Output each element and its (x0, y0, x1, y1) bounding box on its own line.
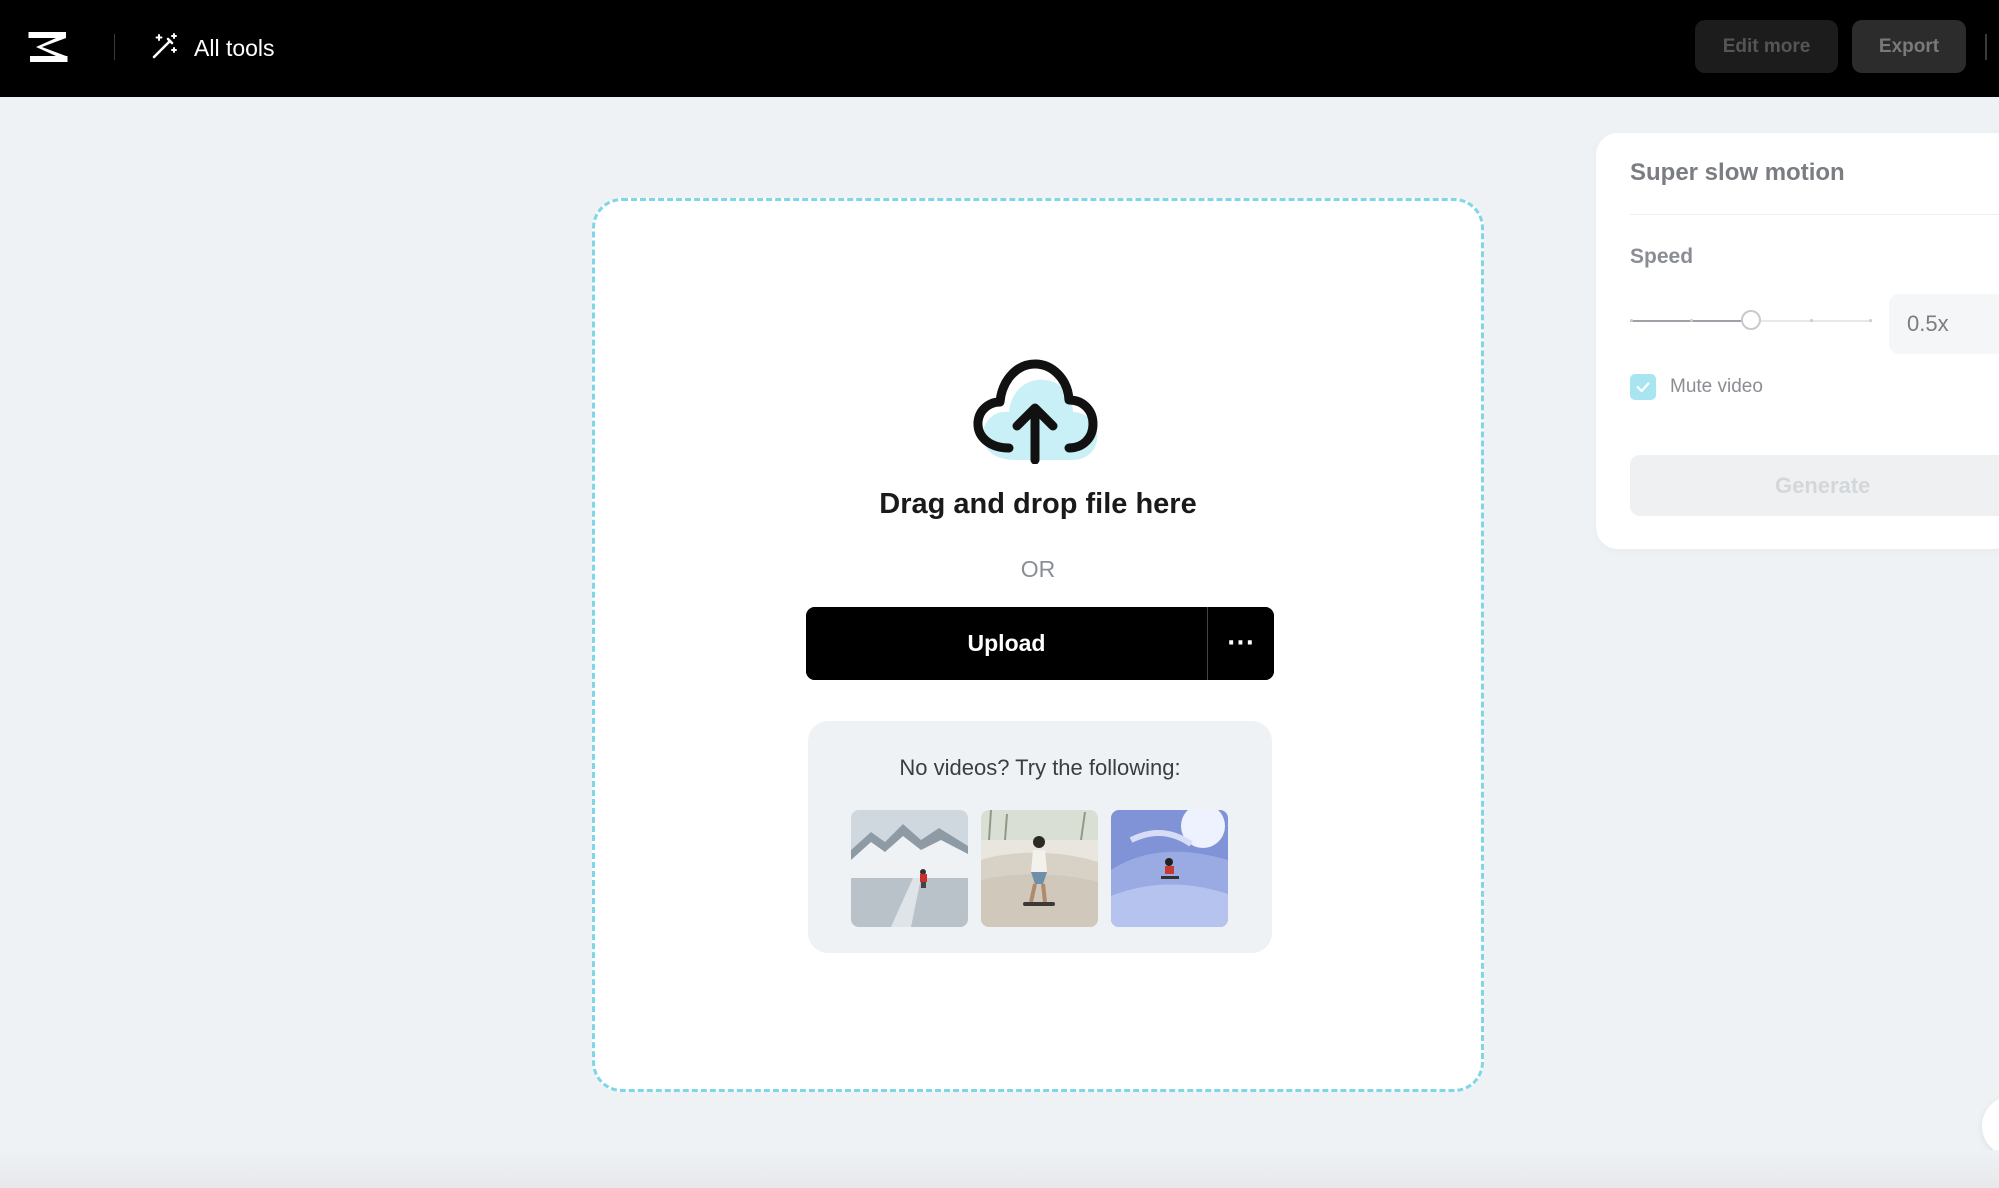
generate-button[interactable]: Generate (1630, 455, 1999, 516)
or-separator: OR (1020, 556, 1056, 582)
cloud-upload-icon (969, 352, 1107, 465)
sample-video-snowboard[interactable] (1111, 810, 1228, 927)
panel-title: Super slow motion (1630, 159, 1845, 186)
magic-wand-icon (150, 31, 180, 66)
sample-videos-title: No videos? Try the following: (899, 755, 1181, 780)
slider-tick (1869, 319, 1872, 322)
topbar-divider-right (1985, 34, 1987, 60)
slider-tick (1690, 319, 1693, 322)
check-icon[interactable] (1630, 374, 1656, 400)
dropzone-title: Drag and drop file here (879, 488, 1197, 520)
topbar-divider (114, 34, 115, 60)
speed-slider[interactable] (1630, 309, 1872, 333)
slider-tick (1810, 319, 1813, 322)
edit-more-button[interactable]: Edit more (1695, 20, 1838, 73)
all-tools-label: All tools (194, 34, 275, 61)
sample-video-ski-mountain[interactable] (851, 810, 968, 927)
slider-tick (1630, 319, 1633, 322)
upload-button-group: Upload ··· (806, 607, 1274, 680)
all-tools-button[interactable]: All tools (150, 28, 275, 68)
slider-handle[interactable] (1741, 310, 1761, 330)
sample-videos-card: No videos? Try the following: (808, 721, 1272, 953)
speed-value-input[interactable] (1889, 294, 1999, 354)
capcut-logo-icon[interactable] (26, 26, 72, 68)
mute-video-checkbox[interactable]: Mute video (1630, 374, 1763, 400)
mute-video-label: Mute video (1670, 376, 1763, 397)
panel-divider (1630, 214, 1999, 215)
speed-label: Speed (1630, 245, 1694, 268)
sample-video-skateboard[interactable] (981, 810, 1098, 927)
bottom-edge (0, 1150, 1999, 1188)
top-bar: All tools Edit more Export (0, 0, 1999, 97)
export-button[interactable]: Export (1852, 20, 1966, 73)
settings-panel: Super slow motion Speed Mute video Gener… (1596, 133, 1999, 549)
upload-button[interactable]: Upload (806, 607, 1207, 680)
floating-help-button[interactable] (1982, 1096, 1999, 1156)
more-horizontal-icon[interactable]: ··· (1208, 607, 1274, 680)
